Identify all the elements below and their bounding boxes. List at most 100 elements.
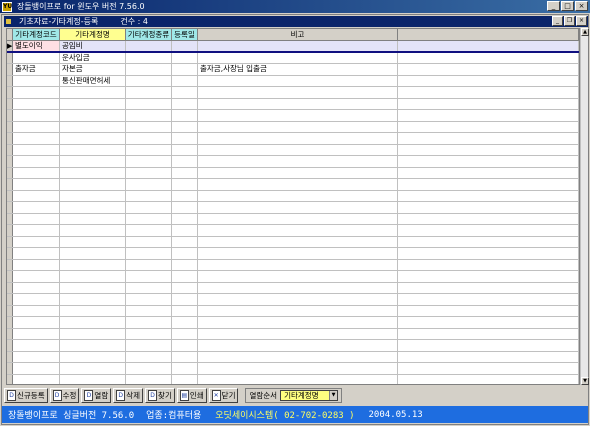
cell-extra[interactable]: [398, 98, 579, 109]
vertical-scrollbar[interactable]: ▲ ▼: [580, 28, 589, 385]
cell-code[interactable]: [13, 144, 60, 155]
cell-extra[interactable]: [398, 351, 579, 362]
table-row[interactable]: 통신판매면허세: [7, 75, 579, 87]
cell-code[interactable]: [13, 213, 60, 224]
cell-name[interactable]: [60, 294, 126, 305]
cell-note[interactable]: [198, 179, 398, 190]
child-close-button[interactable]: ×: [576, 16, 587, 26]
cell-name[interactable]: [60, 271, 126, 282]
cell-type[interactable]: [126, 190, 172, 201]
cell-code[interactable]: [13, 167, 60, 178]
cell-name[interactable]: [60, 87, 126, 98]
cell-date[interactable]: [172, 259, 198, 270]
table-row[interactable]: 운사입금: [7, 52, 579, 64]
cell-note[interactable]: [198, 75, 398, 86]
table-row[interactable]: [7, 305, 579, 317]
cell-code[interactable]: [13, 156, 60, 167]
new-button[interactable]: D 신규등록: [4, 388, 48, 403]
cell-type[interactable]: [126, 133, 172, 144]
cell-extra[interactable]: [398, 121, 579, 132]
cell-code[interactable]: [13, 179, 60, 190]
delete-button[interactable]: D 삭제: [113, 388, 144, 403]
cell-name[interactable]: [60, 225, 126, 236]
cell-type[interactable]: [126, 282, 172, 293]
cell-note[interactable]: [198, 52, 398, 63]
sort-order-select[interactable]: 기타계정명 ▼: [280, 390, 339, 401]
cell-name[interactable]: [60, 351, 126, 362]
cell-code[interactable]: [13, 317, 60, 328]
close-button[interactable]: ×: [575, 1, 588, 11]
cell-date[interactable]: [172, 305, 198, 316]
cell-note[interactable]: [198, 248, 398, 259]
cell-extra[interactable]: [398, 156, 579, 167]
table-row[interactable]: [7, 190, 579, 202]
table-row[interactable]: [7, 121, 579, 133]
cell-extra[interactable]: [398, 294, 579, 305]
cell-code[interactable]: [13, 52, 60, 63]
cell-type[interactable]: [126, 363, 172, 374]
print-button[interactable]: ▤ 인쇄: [176, 388, 207, 403]
cell-extra[interactable]: [398, 75, 579, 86]
cell-note[interactable]: [198, 305, 398, 316]
cell-type[interactable]: [126, 259, 172, 270]
cell-note[interactable]: [198, 259, 398, 270]
table-row[interactable]: [7, 202, 579, 214]
cell-type[interactable]: [126, 64, 172, 75]
table-row[interactable]: [7, 179, 579, 191]
cell-code[interactable]: [13, 305, 60, 316]
cell-code[interactable]: [13, 248, 60, 259]
table-row[interactable]: [7, 225, 579, 237]
cell-extra[interactable]: [398, 225, 579, 236]
cell-code[interactable]: [13, 259, 60, 270]
cell-note[interactable]: [198, 294, 398, 305]
column-header-name[interactable]: 기타계정명: [60, 29, 126, 40]
cell-code[interactable]: [13, 294, 60, 305]
cell-date[interactable]: [172, 98, 198, 109]
table-row[interactable]: [7, 98, 579, 110]
cell-date[interactable]: [172, 156, 198, 167]
cell-type[interactable]: [126, 248, 172, 259]
cell-type[interactable]: [126, 156, 172, 167]
account-grid[interactable]: 기타계정코드 기타계정명 기타계정종류 등록일 비고 ▶ 별도이익 공임비 운사입금 출…: [6, 28, 580, 385]
cell-note[interactable]: [198, 144, 398, 155]
cell-type[interactable]: [126, 144, 172, 155]
cell-type[interactable]: [126, 87, 172, 98]
table-row[interactable]: [7, 340, 579, 352]
cell-code[interactable]: [13, 98, 60, 109]
table-row[interactable]: [7, 248, 579, 260]
cell-code[interactable]: [13, 363, 60, 374]
cell-date[interactable]: [172, 202, 198, 213]
cell-note[interactable]: [198, 282, 398, 293]
scroll-up-icon[interactable]: ▲: [581, 28, 589, 36]
table-row[interactable]: [7, 317, 579, 329]
cell-date[interactable]: [172, 213, 198, 224]
cell-note[interactable]: [198, 87, 398, 98]
cell-extra[interactable]: [398, 64, 579, 75]
cell-extra[interactable]: [398, 259, 579, 270]
cell-note[interactable]: [198, 98, 398, 109]
cell-code[interactable]: 별도이익: [13, 41, 60, 51]
cell-date[interactable]: [172, 75, 198, 86]
column-header-code[interactable]: 기타계정코드: [13, 29, 60, 40]
cell-type[interactable]: [126, 202, 172, 213]
cell-date[interactable]: [172, 87, 198, 98]
cell-name[interactable]: 공임비: [60, 41, 126, 51]
chevron-down-icon[interactable]: ▼: [329, 391, 338, 400]
cell-type[interactable]: [126, 236, 172, 247]
search-button[interactable]: D 찾기: [145, 388, 175, 403]
cell-type[interactable]: [126, 305, 172, 316]
cell-extra[interactable]: [398, 144, 579, 155]
close-window-button[interactable]: ✕ 닫기: [208, 388, 239, 403]
cell-note[interactable]: [198, 236, 398, 247]
cell-type[interactable]: [126, 213, 172, 224]
cell-extra[interactable]: [398, 190, 579, 201]
cell-type[interactable]: [126, 110, 172, 121]
table-row[interactable]: [7, 351, 579, 363]
cell-code[interactable]: [13, 340, 60, 351]
column-header-note[interactable]: 비고: [198, 29, 398, 40]
cell-name[interactable]: [60, 374, 126, 384]
cell-date[interactable]: [172, 179, 198, 190]
cell-extra[interactable]: [398, 179, 579, 190]
cell-note[interactable]: [198, 190, 398, 201]
cell-code[interactable]: [13, 87, 60, 98]
